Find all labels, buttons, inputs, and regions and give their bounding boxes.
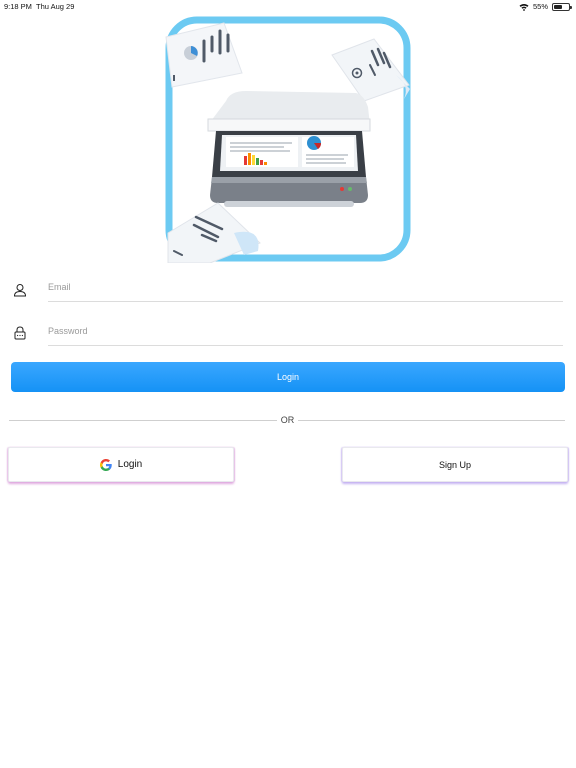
or-text: OR [280, 415, 295, 425]
user-icon [13, 284, 27, 297]
scanner-icon [207, 91, 371, 207]
signup-button[interactable]: Sign Up [342, 447, 568, 482]
scanner-app-logo [165, 16, 411, 263]
google-icon [99, 458, 112, 471]
divider-line-left [9, 420, 277, 421]
status-indicators: 55% [519, 2, 572, 11]
email-field[interactable] [48, 272, 563, 302]
status-time: 9:18 PM [4, 2, 32, 11]
password-row [0, 316, 576, 360]
signup-label: Sign Up [438, 459, 472, 470]
or-divider: OR [9, 414, 565, 428]
divider-line-right [298, 420, 565, 421]
password-field[interactable] [48, 316, 563, 346]
email-row [0, 272, 576, 316]
status-date: Thu Aug 29 [36, 2, 75, 11]
battery-level-fill [554, 4, 562, 9]
wifi-icon [519, 3, 529, 11]
google-login-button[interactable]: Login [8, 447, 234, 482]
status-bar: 9:18 PM Thu Aug 29 55% [0, 0, 576, 12]
battery-percent: 55% [532, 2, 548, 11]
login-button[interactable]: Login [11, 362, 565, 392]
google-login-label: Login [117, 459, 143, 470]
lock-icon [14, 326, 26, 340]
battery-icon [552, 2, 572, 11]
